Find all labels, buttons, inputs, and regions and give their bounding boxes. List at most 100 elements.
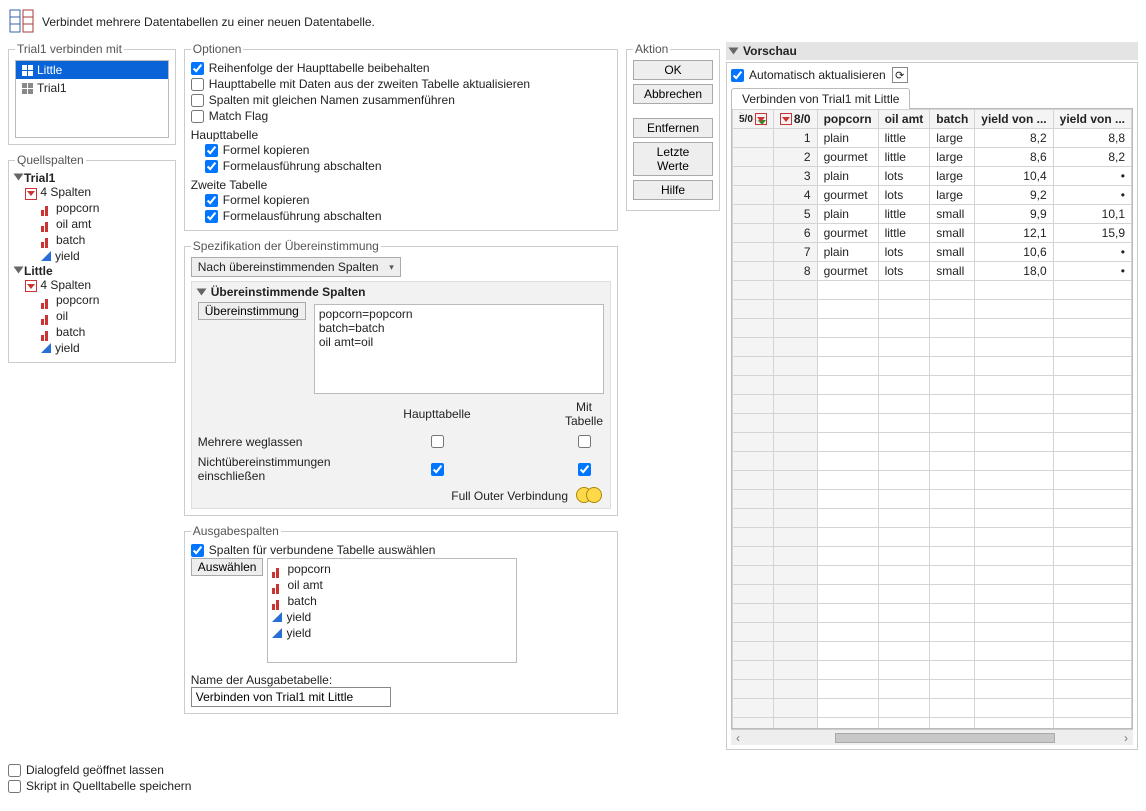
cell[interactable]: small (930, 224, 975, 243)
auto-refresh[interactable]: Automatisch aktualisieren (731, 67, 886, 83)
cell[interactable]: large (930, 148, 975, 167)
row-number[interactable]: 7 (773, 243, 817, 262)
cell[interactable]: gourmet (817, 262, 878, 281)
match-button[interactable]: Übereinstimmung (198, 302, 306, 320)
column-count[interactable]: 4 Spalten (25, 278, 169, 293)
cell[interactable]: gourmet (817, 224, 878, 243)
table-row[interactable]: 7plainlotssmall10,6• (733, 243, 1132, 262)
second-disable-formula-checkbox[interactable] (205, 210, 218, 223)
output-column[interactable]: oil amt (272, 577, 512, 593)
opt-match-flag[interactable]: Match Flag (191, 108, 611, 124)
column-count[interactable]: 4 Spalten (25, 185, 169, 200)
opt-keep-order[interactable]: Reihenfolge der Haupttabelle beibehalten (191, 60, 611, 76)
output-column[interactable]: yield (272, 625, 512, 641)
cell[interactable]: 8,2 (1053, 148, 1131, 167)
opt-merge-same[interactable]: Spalten mit gleichen Namen zusammenführe… (191, 92, 611, 108)
table-row[interactable]: 6gourmetlittlesmall12,115,9 (733, 224, 1132, 243)
source-column[interactable]: oil (41, 308, 169, 324)
preview-tab[interactable]: Verbinden von Trial1 mit Little (731, 88, 910, 109)
table-row[interactable]: 1plainlittlelarge8,28,8 (733, 129, 1132, 148)
cell[interactable]: 18,0 (975, 262, 1053, 281)
row-number[interactable]: 2 (773, 148, 817, 167)
scroll-right-icon[interactable]: › (1119, 731, 1133, 745)
red-arrow-icon[interactable] (25, 280, 37, 292)
scroll-left-icon[interactable]: ‹ (731, 731, 745, 745)
cell[interactable]: • (1053, 243, 1131, 262)
red-arrow-icon[interactable] (25, 188, 37, 200)
red-arrow-icon[interactable] (780, 113, 792, 125)
cell[interactable]: gourmet (817, 148, 878, 167)
cell[interactable]: large (930, 129, 975, 148)
table-row[interactable]: 5plainlittlesmall9,910,1 (733, 205, 1132, 224)
source-column[interactable]: batch (41, 232, 169, 248)
select-columns-button[interactable]: Auswählen (191, 558, 264, 576)
cell[interactable]: 10,4 (975, 167, 1053, 186)
opt-match-flag-checkbox[interactable] (191, 110, 204, 123)
main-copy-formula[interactable]: Formel kopieren (205, 142, 611, 158)
cell[interactable]: little (878, 129, 930, 148)
select-output-columns-checkbox[interactable] (191, 544, 204, 557)
main-copy-formula-checkbox[interactable] (205, 144, 218, 157)
cell[interactable]: 9,2 (975, 186, 1053, 205)
output-table-name-input[interactable] (191, 687, 391, 707)
keep-dialog-open-checkbox[interactable] (8, 764, 21, 777)
cell[interactable]: 9,9 (975, 205, 1053, 224)
output-column[interactable]: batch (272, 593, 512, 609)
cell[interactable]: plain (817, 167, 878, 186)
cell[interactable]: little (878, 224, 930, 243)
opt-merge-same-checkbox[interactable] (191, 94, 204, 107)
select-output-columns[interactable]: Spalten für verbundene Tabelle auswählen (191, 542, 611, 558)
source-column[interactable]: batch (41, 324, 169, 340)
second-disable-formula[interactable]: Formelausführung abschalten (205, 208, 611, 224)
output-column[interactable]: popcorn (272, 561, 512, 577)
cell[interactable]: plain (817, 243, 878, 262)
remove-button[interactable]: Entfernen (633, 118, 713, 138)
cell[interactable]: gourmet (817, 186, 878, 205)
red-arrow-icon[interactable] (755, 113, 767, 125)
match-list[interactable]: popcorn=popcornbatch=batchoil amt=oil (314, 304, 604, 394)
cell[interactable]: small (930, 243, 975, 262)
cell[interactable]: • (1053, 186, 1131, 205)
match-pair[interactable]: batch=batch (319, 321, 599, 335)
drop-multiples-with-checkbox[interactable] (578, 435, 591, 448)
source-table-name[interactable]: Trial1 (24, 171, 55, 185)
cell[interactable]: large (930, 186, 975, 205)
recall-button[interactable]: Letzte Werte (633, 142, 713, 176)
cell[interactable]: plain (817, 205, 878, 224)
cell[interactable]: 10,1 (1053, 205, 1131, 224)
row-number[interactable]: 3 (773, 167, 817, 186)
source-table-name[interactable]: Little (24, 264, 53, 278)
table-row[interactable]: 8gourmetlotssmall18,0• (733, 262, 1132, 281)
cell[interactable]: lots (878, 186, 930, 205)
column-header[interactable]: popcorn (817, 110, 878, 129)
save-script[interactable]: Skript in Quelltabelle speichern (8, 778, 1138, 794)
match-mode-dropdown[interactable]: Nach übereinstimmenden Spalten▾ (191, 257, 401, 277)
auto-refresh-checkbox[interactable] (731, 69, 744, 82)
source-column[interactable]: yield (41, 248, 169, 264)
include-nonmatch-main-checkbox[interactable] (431, 463, 444, 476)
column-header[interactable]: yield von ... (975, 110, 1053, 129)
cell[interactable]: small (930, 205, 975, 224)
match-pair[interactable]: popcorn=popcorn (319, 307, 599, 321)
cell[interactable]: small (930, 262, 975, 281)
cell[interactable]: 10,6 (975, 243, 1053, 262)
cell[interactable]: lots (878, 167, 930, 186)
disclosure-triangle-icon[interactable] (14, 266, 24, 273)
column-header[interactable]: yield von ... (1053, 110, 1131, 129)
cell[interactable]: 8,6 (975, 148, 1053, 167)
column-header[interactable]: oil amt (878, 110, 930, 129)
bind-with-item-trial1[interactable]: Trial1 (16, 79, 168, 97)
refresh-icon[interactable]: ⟳ (892, 67, 908, 83)
row-number[interactable]: 1 (773, 129, 817, 148)
cell[interactable]: 15,9 (1053, 224, 1131, 243)
bind-with-list[interactable]: Little Trial1 (15, 60, 169, 138)
row-number[interactable]: 5 (773, 205, 817, 224)
horizontal-scrollbar[interactable]: ‹ › (731, 729, 1133, 745)
cell[interactable]: 8,8 (1053, 129, 1131, 148)
source-column[interactable]: popcorn (41, 292, 169, 308)
cell[interactable]: large (930, 167, 975, 186)
source-column[interactable]: yield (41, 340, 169, 356)
cell[interactable]: • (1053, 167, 1131, 186)
bind-with-item-little[interactable]: Little (16, 61, 168, 79)
main-disable-formula-checkbox[interactable] (205, 160, 218, 173)
